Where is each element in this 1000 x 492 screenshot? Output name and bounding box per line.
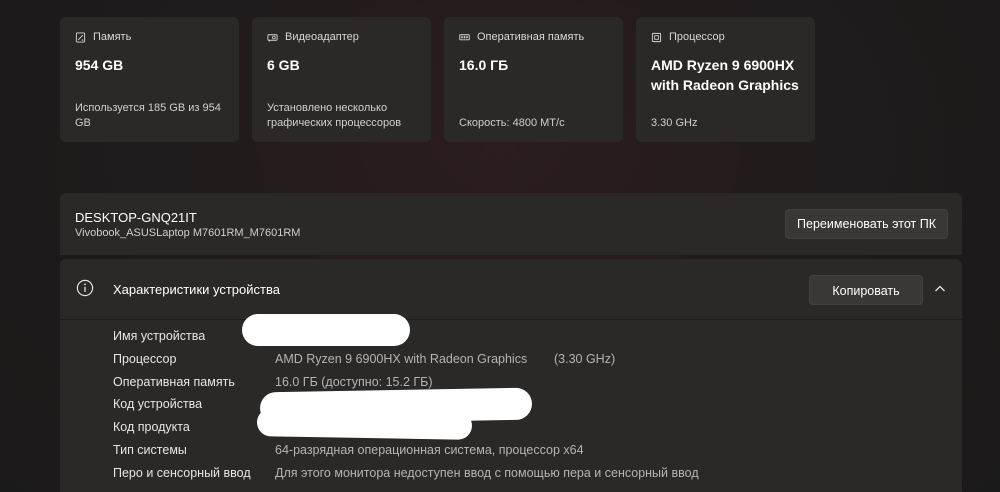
spec-value-extra: (3.30 GHz) [554, 351, 616, 366]
cpu-card-label: Процессор [669, 31, 725, 43]
cpu-card-value: AMD Ryzen 9 6900HX with Radeon Graphics [651, 57, 799, 93]
spec-label: Код продукта [113, 420, 190, 435]
ram-card-label: Оперативная память [477, 31, 585, 43]
device-model: Vivobook_ASUSLaptop M7601RM_M7601RM [75, 227, 301, 239]
chevron-up-icon[interactable] [932, 281, 948, 297]
spec-value: 16.0 ГБ (доступно: 15.2 ГБ) [275, 374, 433, 389]
spec-label: Код устройства [113, 397, 203, 412]
redaction-mark [256, 408, 473, 440]
ram-card-value: 16.0 ГБ [459, 57, 509, 73]
spec-value: 64-разрядная операционная система, проце… [275, 442, 584, 457]
ram-card[interactable]: Оперативная память 16.0 ГБ Скорость: 480… [444, 17, 623, 142]
gpu-card[interactable]: Видеоадаптер 6 GB Установлено несколько … [252, 17, 431, 142]
spec-row-system-type: Тип системы 64-разрядная операционная си… [113, 443, 953, 466]
summary-cards: Память 954 GB Используется 185 GB из 954… [60, 17, 815, 142]
ram-card-detail: Скорость: 4800 МТ/с [459, 117, 565, 129]
spec-value: AMD Ryzen 9 6900HX with Radeon Graphics [275, 351, 528, 366]
cpu-card-detail: 3.30 GHz [651, 117, 698, 129]
copy-specs-button[interactable]: Копировать [809, 275, 923, 305]
settings-about-page: Память 954 GB Используется 185 GB из 954… [0, 0, 1000, 492]
spec-value: Для этого монитора недоступен ввод с пом… [275, 465, 699, 480]
rename-pc-button[interactable]: Переименовать этот ПК [785, 209, 948, 239]
device-name: DESKTOP-GNQ21IT [75, 210, 197, 225]
storage-card-detail: Используется 185 GB из 954 GB [75, 102, 221, 129]
spec-label: Перо и сенсорный ввод [113, 465, 251, 480]
device-specs-title: Характеристики устройства [113, 282, 280, 297]
gpu-icon [267, 32, 278, 43]
storage-card-value: 954 GB [75, 57, 124, 73]
storage-card-label: Память [93, 31, 132, 43]
cpu-card[interactable]: Процессор AMD Ryzen 9 6900HX with Radeon… [636, 17, 815, 142]
cpu-icon [651, 32, 662, 43]
spec-row-pen-touch: Перо и сенсорный ввод Для этого монитора… [113, 466, 953, 489]
gpu-card-detail: Установлено несколько графических процес… [267, 102, 402, 129]
info-icon [76, 279, 94, 297]
spec-row-product-id: Код продукта [113, 420, 953, 443]
device-name-panel: DESKTOP-GNQ21IT Vivobook_ASUSLaptop M760… [60, 193, 962, 255]
ram-icon [459, 32, 470, 43]
storage-card[interactable]: Память 954 GB Используется 185 GB из 954… [60, 17, 239, 142]
spec-row-device-id: Код устройства [113, 397, 953, 420]
device-specs-list: Имя устройства Процессор AMD Ryzen 9 690… [113, 329, 953, 489]
spec-label: Тип системы [113, 442, 187, 457]
gpu-card-label: Видеоадаптер [285, 31, 359, 43]
device-specs-header[interactable]: Характеристики устройства Копировать [60, 259, 962, 320]
spec-label: Процессор [113, 351, 177, 366]
spec-label: Имя устройства [113, 329, 206, 343]
spec-label: Оперативная память [113, 374, 235, 389]
spec-row-device-name: Имя устройства [113, 329, 953, 352]
gpu-card-value: 6 GB [267, 57, 300, 73]
redaction-mark [242, 314, 410, 346]
storage-icon [75, 31, 86, 43]
spec-row-processor: Процессор AMD Ryzen 9 6900HX with Radeon… [113, 352, 953, 375]
spec-row-ram: Оперативная память 16.0 ГБ (доступно: 15… [113, 375, 953, 398]
device-specs-panel: Характеристики устройства Копировать Имя… [60, 259, 962, 492]
